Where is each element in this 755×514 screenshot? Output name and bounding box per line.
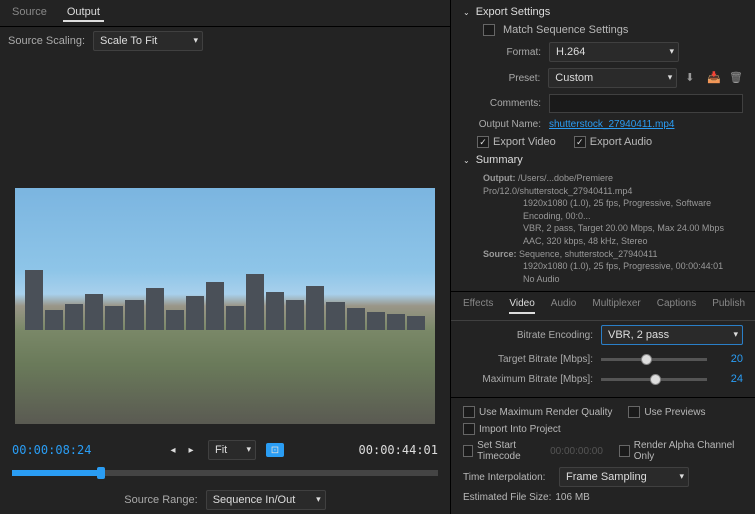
- source-range-dropdown[interactable]: Sequence In/Out: [206, 490, 326, 510]
- next-frame-icon[interactable]: ▸: [184, 443, 198, 457]
- export-settings-disclosure-icon[interactable]: ⌄: [463, 8, 470, 17]
- match-sequence-checkbox[interactable]: [483, 24, 495, 36]
- export-audio-label: Export Audio: [590, 136, 652, 148]
- summary-source-name: Sequence, shutterstock_27940411: [519, 249, 657, 259]
- current-timecode[interactable]: 00:00:08:24: [12, 443, 91, 457]
- save-preset-icon[interactable]: ⬇: [685, 71, 699, 85]
- summary-output-line3: AAC, 320 kbps, 48 kHz, Stereo: [483, 235, 743, 248]
- time-interp-dropdown[interactable]: Frame Sampling: [559, 467, 689, 487]
- preset-label: Preset:: [463, 73, 540, 84]
- delete-preset-icon[interactable]: 🗑: [729, 71, 743, 85]
- summary-output-line2: VBR, 2 pass, Target 20.00 Mbps, Max 24.0…: [483, 222, 743, 235]
- export-settings-title: Export Settings: [476, 6, 551, 18]
- zoom-fit-dropdown[interactable]: Fit: [208, 440, 256, 460]
- target-bitrate-value[interactable]: 20: [715, 353, 743, 365]
- total-timecode: 00:00:44:01: [359, 443, 438, 457]
- tab-output[interactable]: Output: [63, 4, 104, 22]
- render-alpha-label: Render Alpha Channel Only: [634, 440, 743, 462]
- target-bitrate-slider[interactable]: [601, 358, 707, 361]
- export-audio-checkbox[interactable]: [574, 136, 586, 148]
- format-dropdown[interactable]: H.264: [549, 42, 679, 62]
- use-previews-checkbox[interactable]: [628, 406, 640, 418]
- subtab-effects[interactable]: Effects: [463, 298, 493, 314]
- comments-input[interactable]: [549, 94, 743, 113]
- import-project-label: Import Into Project: [479, 424, 561, 435]
- preset-dropdown[interactable]: Custom: [548, 68, 677, 88]
- max-bitrate-value[interactable]: 24: [715, 373, 743, 385]
- playhead-handle[interactable]: [97, 467, 105, 479]
- use-previews-label: Use Previews: [644, 407, 705, 418]
- subtab-video[interactable]: Video: [509, 298, 534, 314]
- timeline-slider[interactable]: [12, 470, 438, 476]
- summary-title: Summary: [476, 154, 523, 166]
- output-name-label: Output Name:: [463, 119, 541, 130]
- export-video-label: Export Video: [493, 136, 556, 148]
- comments-label: Comments:: [463, 98, 541, 109]
- summary-disclosure-icon[interactable]: ⌄: [463, 156, 470, 165]
- subtab-publish[interactable]: Publish: [712, 298, 745, 314]
- use-max-quality-label: Use Maximum Render Quality: [479, 407, 612, 418]
- preview-image: [15, 188, 435, 424]
- max-bitrate-slider[interactable]: [601, 378, 707, 381]
- bitrate-encoding-dropdown[interactable]: VBR, 2 pass: [601, 325, 743, 345]
- subtab-captions[interactable]: Captions: [657, 298, 696, 314]
- max-bitrate-label: Maximum Bitrate [Mbps]:: [463, 374, 593, 385]
- summary-source-label: Source:: [483, 249, 517, 259]
- summary-output-label: Output:: [483, 173, 515, 183]
- aspect-icon[interactable]: ⊡: [266, 443, 284, 457]
- set-start-timecode-label: Set Start Timecode: [477, 440, 546, 462]
- format-label: Format:: [463, 47, 541, 58]
- match-sequence-label: Match Sequence Settings: [503, 24, 628, 36]
- source-scaling-label: Source Scaling:: [8, 35, 85, 47]
- prev-frame-icon[interactable]: ◂: [166, 443, 180, 457]
- output-name-link[interactable]: shutterstock_27940411.mp4: [549, 119, 674, 130]
- estimated-size-label: Estimated File Size:: [463, 492, 551, 503]
- render-alpha-checkbox[interactable]: [619, 445, 630, 457]
- subtab-audio[interactable]: Audio: [551, 298, 577, 314]
- import-project-checkbox[interactable]: [463, 423, 475, 435]
- source-scaling-dropdown[interactable]: Scale To Fit: [93, 31, 203, 51]
- set-start-timecode-checkbox[interactable]: [463, 445, 473, 457]
- summary-output-line1: 1920x1080 (1.0), 25 fps, Progressive, So…: [483, 197, 743, 222]
- summary-source-line1: 1920x1080 (1.0), 25 fps, Progressive, 00…: [483, 260, 743, 273]
- summary-source-line2: No Audio: [483, 273, 743, 286]
- bitrate-encoding-label: Bitrate Encoding:: [463, 330, 593, 341]
- estimated-size-value: 106 MB: [555, 492, 589, 503]
- tab-source[interactable]: Source: [8, 4, 51, 22]
- time-interp-label: Time Interpolation:: [463, 472, 555, 483]
- use-max-quality-checkbox[interactable]: [463, 406, 475, 418]
- import-preset-icon[interactable]: 📥: [707, 71, 721, 85]
- subtab-multiplexer[interactable]: Multiplexer: [592, 298, 640, 314]
- source-range-label: Source Range:: [124, 494, 197, 506]
- start-timecode-value: 00:00:00:00: [550, 446, 603, 457]
- export-video-checkbox[interactable]: [477, 136, 489, 148]
- target-bitrate-label: Target Bitrate [Mbps]:: [463, 354, 593, 365]
